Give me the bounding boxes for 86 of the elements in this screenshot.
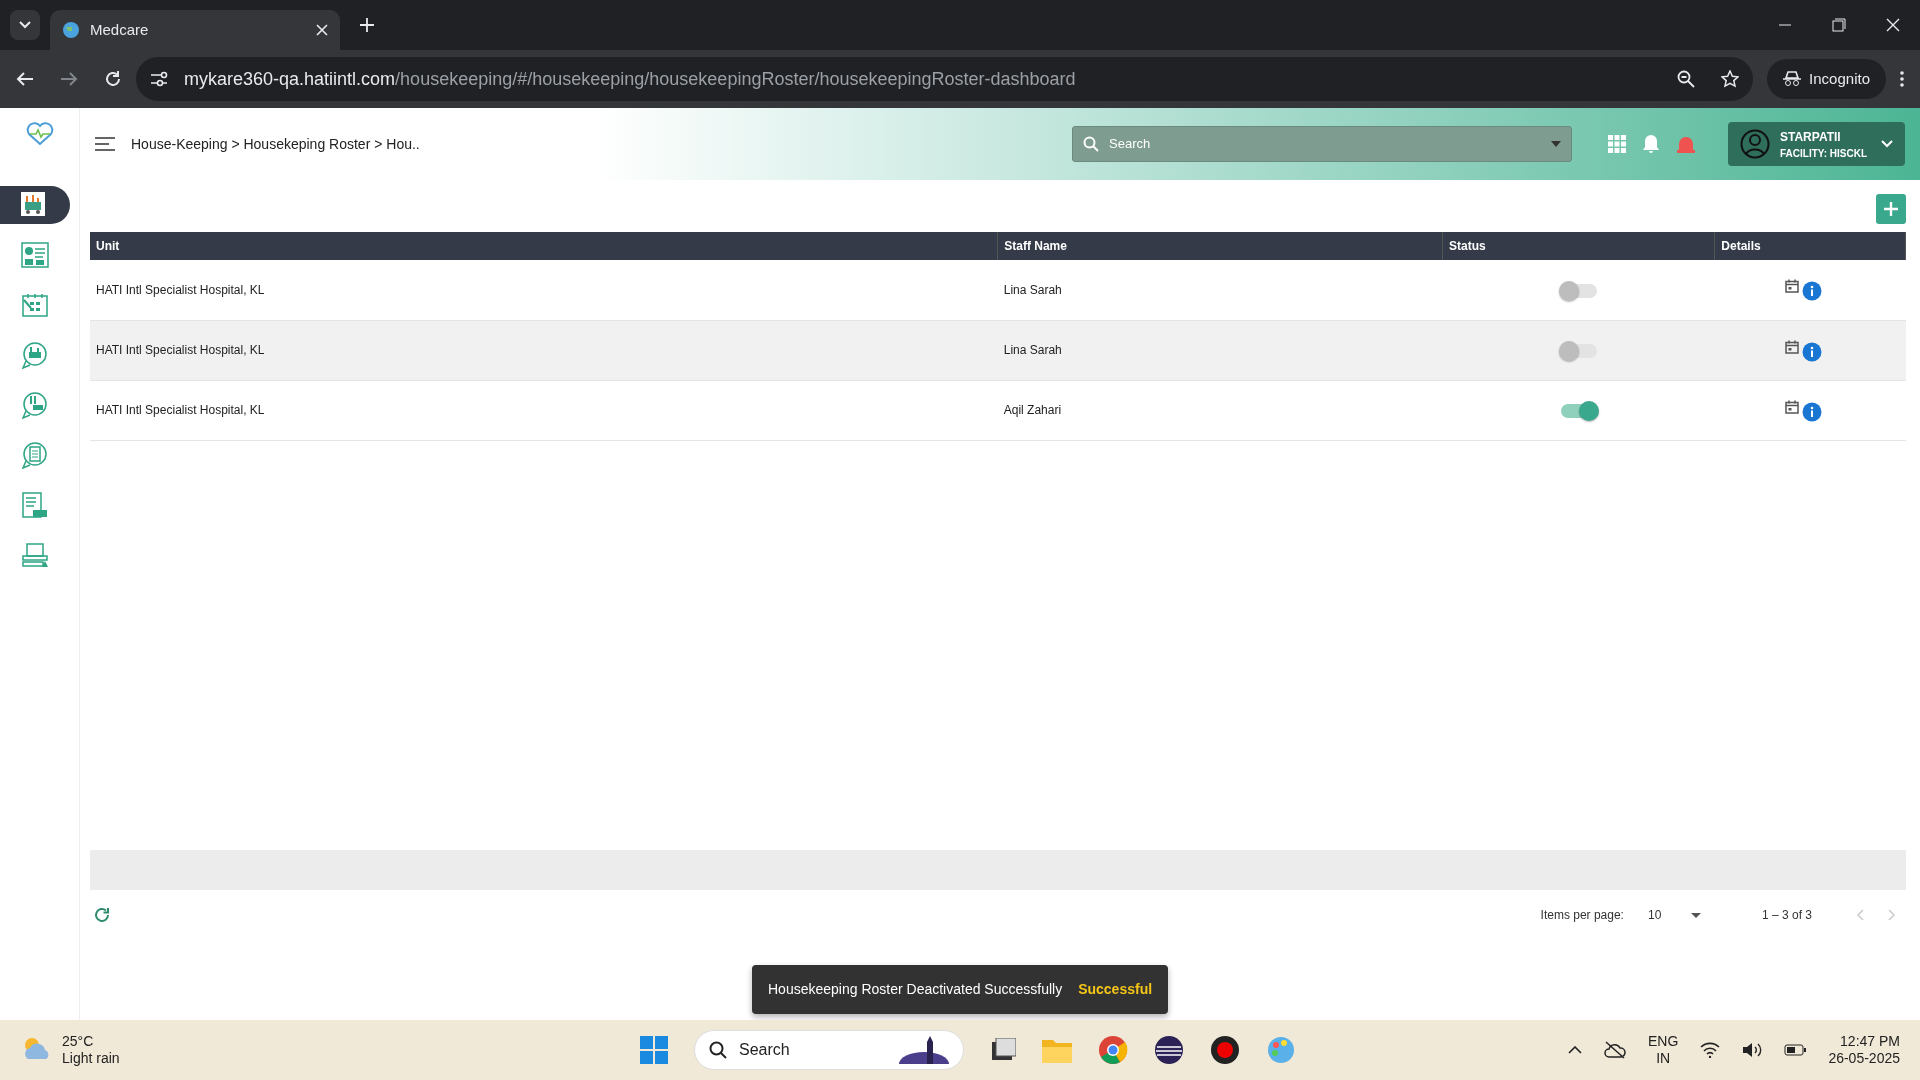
calendar-icon[interactable] (1784, 399, 1799, 414)
cart-chat-icon (21, 341, 49, 369)
info-icon[interactable] (1802, 341, 1823, 362)
add-button[interactable] (1876, 194, 1906, 224)
browser-tab[interactable]: Medcare (50, 10, 340, 50)
report-icon (21, 491, 49, 519)
items-per-page-label: Items per page: (1540, 907, 1624, 924)
toast-message: Housekeeping Roster Deactivated Successfully (768, 980, 1063, 999)
user-name: STARPATIl (1780, 128, 1842, 146)
calendar-icon (21, 291, 49, 319)
record-icon[interactable] (1210, 1035, 1240, 1065)
close-icon[interactable] (316, 24, 328, 36)
table-cell: Aqil Zahari (997, 380, 1443, 440)
search-bar[interactable]: Search (1072, 126, 1572, 162)
weather-text: Light rain (62, 1050, 120, 1067)
incognito-button[interactable]: Incognito (1767, 58, 1886, 100)
chevron-down-icon (19, 21, 31, 29)
calendar-icon[interactable] (1784, 279, 1799, 294)
table-cell: HATI Intl Specialist Hospital, KL (90, 260, 998, 320)
url-text: mykare360-qa.hatiintl.com/housekeeping/#/housekeeping/housekeepingRoster/housekeepingRoster-dashboard (184, 67, 1077, 91)
clock-time[interactable]: 12:47 PM (1828, 1032, 1900, 1050)
status-toggle[interactable] (1560, 403, 1597, 418)
user-icon (1740, 129, 1770, 159)
region-label[interactable]: IN (1648, 1050, 1679, 1068)
restore-icon[interactable] (1832, 18, 1846, 32)
plus-icon (1884, 202, 1898, 216)
status-toggle[interactable] (1560, 343, 1597, 358)
back-icon[interactable] (16, 71, 34, 87)
checklist-chat-icon (21, 441, 49, 469)
chevron-down-icon (1881, 140, 1893, 148)
new-tab-icon[interactable] (360, 18, 374, 32)
table-cell: Lina Sarah (997, 260, 1443, 320)
status-toggle[interactable] (1560, 283, 1597, 298)
eclipse-icon[interactable] (1154, 1035, 1184, 1065)
column-header: Unit (90, 232, 998, 260)
speaker-icon[interactable] (1742, 1042, 1763, 1058)
search-icon (1083, 136, 1099, 152)
dashboard-icon (21, 241, 49, 269)
sidebar-item[interactable] (0, 186, 70, 224)
toast-action[interactable]: Successful (1078, 979, 1153, 1000)
site-settings-icon[interactable] (150, 71, 168, 87)
close-icon[interactable] (1886, 18, 1900, 32)
table-cell: HATI Intl Specialist Hospital, KL (90, 380, 998, 440)
refresh-icon[interactable] (94, 907, 110, 923)
clock-date[interactable]: 26-05-2025 (1828, 1050, 1900, 1068)
table-cell: Lina Sarah (997, 320, 1443, 380)
taskbar-search[interactable]: Search (694, 1030, 964, 1070)
info-icon[interactable] (1802, 281, 1823, 302)
battery-icon[interactable] (1784, 1044, 1807, 1056)
caret-icon[interactable] (1551, 141, 1561, 147)
window-icon[interactable] (990, 1038, 1016, 1062)
reload-icon[interactable] (104, 70, 122, 88)
address-bar[interactable]: mykare360-qa.hatiintl.com/housekeeping/#/housekeeping/housekeepingRoster/housekeepingRoster-dashboard (136, 57, 1754, 101)
calendar-icon[interactable] (1784, 339, 1799, 354)
windows-start-icon[interactable] (640, 1036, 668, 1064)
language-label[interactable]: ENG (1648, 1032, 1679, 1050)
page-size-select[interactable]: 10 (1647, 906, 1708, 924)
column-header: Status (1442, 232, 1715, 260)
heart-logo-icon (25, 122, 54, 146)
paint-palette-icon[interactable] (1266, 1035, 1296, 1065)
column-header: Details (1714, 232, 1906, 260)
chrome-icon[interactable] (1098, 1035, 1128, 1065)
zoom-icon[interactable] (1677, 70, 1696, 88)
info-icon[interactable] (1802, 401, 1823, 422)
wifi-icon[interactable] (1700, 1042, 1721, 1058)
table-cell: HATI Intl Specialist Hospital, KL (90, 320, 998, 380)
facility-label: FACILITY: HISCKL (1780, 146, 1869, 161)
tools-chat-icon (21, 391, 49, 419)
temperature: 25°C (62, 1033, 95, 1050)
globe-icon (62, 21, 80, 39)
column-header: Staff Name (997, 232, 1443, 260)
search-field[interactable]: Search (1107, 133, 1543, 155)
incognito-icon (1783, 71, 1802, 87)
search-icon (709, 1041, 727, 1059)
menu-icon[interactable] (95, 137, 115, 151)
cloud-off-icon[interactable] (1604, 1041, 1627, 1059)
breadcrumb: House-Keeping > Housekeping Roster > Hou.. (131, 134, 420, 154)
printer-icon (21, 541, 49, 569)
chevron-up-icon[interactable] (1568, 1046, 1583, 1054)
menu-icon[interactable] (1900, 71, 1904, 87)
star-icon[interactable] (1721, 70, 1740, 88)
user-menu[interactable]: STARPATIl FACILITY: HISCKL (1728, 122, 1905, 166)
tab-list-button[interactable] (10, 10, 40, 40)
forward-icon[interactable] (60, 71, 78, 87)
caret-icon (1691, 912, 1702, 918)
page-range: 1 – 3 of 3 (1761, 907, 1812, 924)
